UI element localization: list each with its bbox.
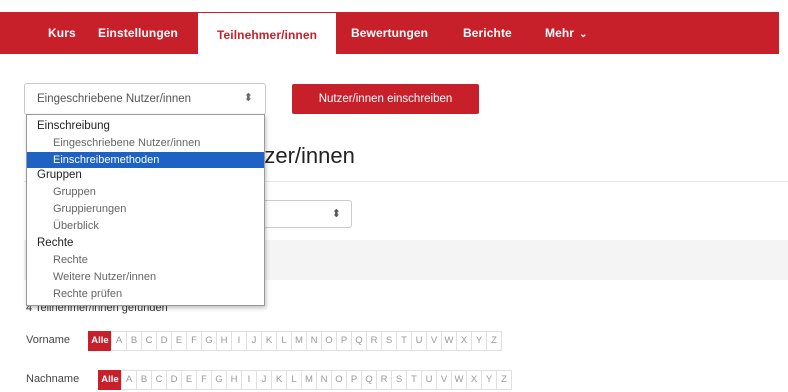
initial-letter-s[interactable]: S [381,331,397,351]
initial-letter-x[interactable]: X [466,370,482,390]
nav-item-berichte[interactable]: Berichte [463,12,512,54]
initial-letter-n[interactable]: N [306,331,322,351]
initial-letter-z[interactable]: Z [486,331,502,351]
dropdown-option[interactable]: Eingeschriebene Nutzer/innen [53,137,200,149]
enrolment-dropdown-list: Einschreibung Eingeschriebene Nutzer/inn… [26,114,265,306]
initial-letter-a[interactable]: A [111,331,127,351]
initial-letter-y[interactable]: Y [471,331,487,351]
initial-letter-t[interactable]: T [396,331,412,351]
initial-letter-f[interactable]: F [186,331,202,351]
initial-letter-y[interactable]: Y [481,370,497,390]
initial-letter-j[interactable]: J [246,331,262,351]
initial-letter-r[interactable]: R [376,370,392,390]
initial-letter-r[interactable]: R [366,331,382,351]
optgroup-label: Rechte [37,237,74,249]
nav-item-einstellungen[interactable]: Einstellungen [98,12,178,54]
initial-letter-e[interactable]: E [181,370,197,390]
initial-letter-m[interactable]: M [301,370,317,390]
initial-letter-l[interactable]: L [276,331,292,351]
initial-letter-a[interactable]: A [121,370,137,390]
select-arrows-icon: ⬍ [331,208,341,220]
firstname-letters: Alle ABCDEFGHIJKLMNOPQRSTUVWXYZ [88,331,502,351]
dropdown-option[interactable]: Gruppierungen [53,203,126,215]
initial-letter-k[interactable]: K [271,370,287,390]
dropdown-option[interactable]: Überblick [53,220,99,232]
initial-letter-u[interactable]: U [411,331,427,351]
chevron-down-icon: ⌄ [579,29,588,40]
initial-letter-l[interactable]: L [286,370,302,390]
select-arrows-icon: ⬍ [243,92,253,104]
initial-letter-g[interactable]: G [201,331,217,351]
initial-letter-c[interactable]: C [151,370,167,390]
filter-select[interactable]: ⬍ [256,200,352,228]
initial-all-button[interactable]: Alle [88,331,112,351]
initial-letter-p[interactable]: P [336,331,352,351]
initial-letter-q[interactable]: Q [351,331,367,351]
dropdown-option-selected[interactable]: Einschreibemethoden [27,152,264,168]
initial-letter-o[interactable]: O [331,370,347,390]
dropdown-option[interactable]: Rechte [53,254,88,266]
dropdown-option[interactable]: Gruppen [53,186,96,198]
initial-letter-f[interactable]: F [196,370,212,390]
initial-letter-w[interactable]: W [441,331,457,351]
dropdown-option[interactable]: Rechte prüfen [53,288,122,300]
initial-letter-v[interactable]: V [426,331,442,351]
course-navbar: Kurs Einstellungen Teilnehmer/innen Bewe… [0,12,779,58]
dropdown-option[interactable]: Weitere Nutzer/innen [53,271,156,283]
initial-letter-s[interactable]: S [391,370,407,390]
initial-letter-i[interactable]: I [231,331,247,351]
initial-letter-t[interactable]: T [406,370,422,390]
initial-letter-g[interactable]: G [211,370,227,390]
nav-item-teilnehmer[interactable]: Teilnehmer/innen [198,13,336,58]
initial-letter-d[interactable]: D [166,370,182,390]
nav-item-kurs[interactable]: Kurs [48,12,76,54]
optgroup-label: Gruppen [37,169,82,181]
nav-item-bewertungen[interactable]: Bewertungen [351,12,428,54]
initial-letter-i[interactable]: I [241,370,257,390]
initial-letter-k[interactable]: K [261,331,277,351]
initial-letter-d[interactable]: D [156,331,172,351]
initial-letter-c[interactable]: C [141,331,157,351]
initial-letter-b[interactable]: B [136,370,152,390]
optgroup-label: Einschreibung [37,120,110,132]
initial-letter-j[interactable]: J [256,370,272,390]
initial-letter-n[interactable]: N [316,370,332,390]
lastname-initials-bar: Nachname Alle ABCDEFGHIJKLMNOPQRSTUVWXYZ [26,370,746,390]
enrolment-select-value: Eingeschriebene Nutzer/innen [37,93,192,105]
initial-letter-w[interactable]: W [451,370,467,390]
nav-item-mehr-label: Mehr [545,26,575,40]
initial-letter-b[interactable]: B [126,331,142,351]
initial-letter-u[interactable]: U [421,370,437,390]
enrolment-select[interactable]: Eingeschriebene Nutzer/innen ⬍ [24,83,266,115]
initial-letter-p[interactable]: P [346,370,362,390]
initial-letter-o[interactable]: O [321,331,337,351]
firstname-initials-label: Vorname [26,334,71,346]
initial-letter-z[interactable]: Z [496,370,512,390]
enrol-users-button[interactable]: Nutzer/innen einschreiben [292,84,479,114]
initial-letter-h[interactable]: H [226,370,242,390]
initial-letter-v[interactable]: V [436,370,452,390]
nav-item-mehr[interactable]: Mehr ⌄ [545,12,588,54]
initial-letter-m[interactable]: M [291,331,307,351]
initial-letter-h[interactable]: H [216,331,232,351]
firstname-initials-bar: Vorname Alle ABCDEFGHIJKLMNOPQRSTUVWXYZ [26,331,746,351]
initial-letter-x[interactable]: X [456,331,472,351]
lastname-initials-label: Nachname [26,373,80,385]
lastname-letters: Alle ABCDEFGHIJKLMNOPQRSTUVWXYZ [98,370,512,390]
initial-letter-e[interactable]: E [171,331,187,351]
initial-all-button[interactable]: Alle [98,370,122,390]
initial-letter-q[interactable]: Q [361,370,377,390]
